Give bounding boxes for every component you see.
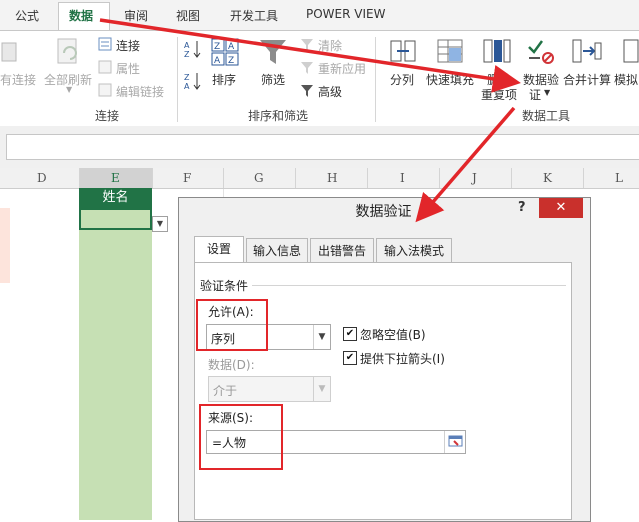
arrow-icon — [415, 106, 516, 223]
annotation-arrows — [99, 18, 521, 223]
arrow-icon — [99, 18, 521, 93]
